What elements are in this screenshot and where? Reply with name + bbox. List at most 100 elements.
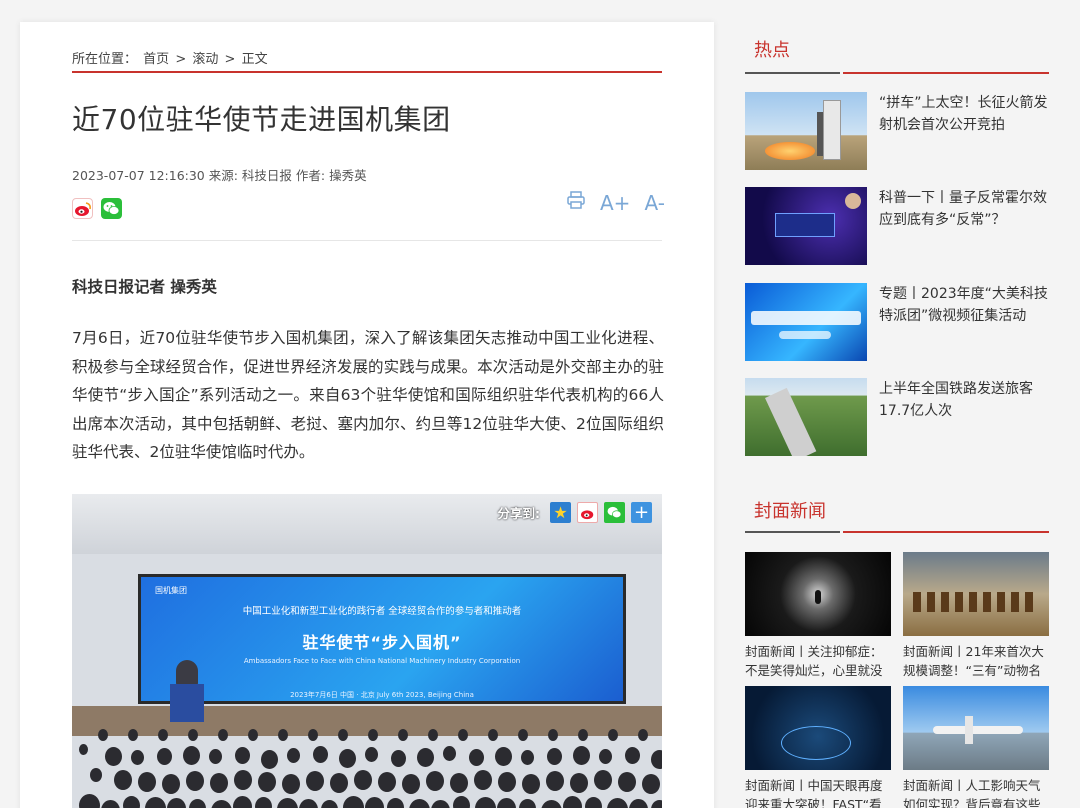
audience-head	[618, 772, 636, 792]
screen-line4: 2023年7月6日 中国 · 北京 July 6th 2023, Beijing…	[290, 691, 474, 699]
wechat-share-button[interactable]	[101, 198, 122, 219]
wechat-icon	[103, 202, 120, 215]
audience-head	[497, 798, 516, 808]
hot-section-divider-left	[745, 72, 840, 74]
audience-head	[368, 729, 378, 741]
photo-crowd	[72, 712, 662, 808]
hot-section-title: 热点	[754, 40, 790, 61]
audience-head	[469, 749, 484, 766]
more-share-button[interactable]: +	[631, 502, 652, 523]
screen-line1: 中国工业化和新型工业化的践行者 全球经贸合作的参与者和推动者	[242, 606, 522, 617]
breadcrumb: 所在位置： 首页 > 滚动 > 正文	[72, 48, 270, 67]
audience-head	[248, 729, 258, 741]
article-paragraph: 7月6日，近70位驻华使节步入国机集团，深入了解该集团矢志推动中国工业化进程、积…	[72, 329, 664, 462]
hot-item-text: “拼车”上太空！长征火箭发射机会首次公开竞拍	[879, 95, 1048, 133]
print-button[interactable]	[566, 190, 586, 215]
article-photo: 分享到: ★ + 国机集团 中国工业化和新型工业化的践行者 全球经贸合作的参与者…	[72, 494, 662, 808]
audience-head	[218, 729, 228, 741]
breadcrumb-separator: >	[175, 52, 187, 67]
audience-head	[594, 770, 612, 790]
audience-head	[546, 771, 564, 791]
cover-item-text: 封面新闻丨中国天眼再度迎来重大突破！FAST“看见”	[745, 778, 883, 808]
audience-head	[131, 750, 144, 765]
weibo-icon	[580, 509, 593, 519]
audience-head	[563, 796, 582, 808]
weibo-icon	[74, 201, 91, 216]
breadcrumb-scroll[interactable]: 滚动	[192, 52, 218, 67]
audience-head	[258, 772, 276, 792]
audience-head	[123, 796, 140, 808]
audience-head	[387, 798, 404, 808]
audience-head	[570, 773, 588, 793]
photo-screen: 国机集团 中国工业化和新型工业化的践行者 全球经贸合作的参与者和推动者 驻华使节…	[138, 574, 626, 704]
audience-head	[417, 748, 434, 767]
page: 所在位置： 首页 > 滚动 > 正文 近70位驻华使节走进国机集团 2023-0…	[0, 0, 1080, 808]
screen-logo: 国机集团	[155, 586, 187, 595]
audience-head	[548, 729, 558, 741]
audience-head	[428, 729, 438, 741]
audience-head	[498, 772, 516, 792]
article-card: 所在位置： 首页 > 滚动 > 正文 近70位驻华使节走进国机集团 2023-0…	[20, 22, 714, 808]
audience-head	[409, 799, 430, 808]
audience-head	[651, 800, 662, 808]
audience-head	[308, 729, 318, 741]
qzone-share-button[interactable]: ★	[550, 502, 571, 523]
print-icon	[567, 191, 585, 209]
audience-head	[277, 798, 298, 808]
audience-head	[145, 797, 166, 808]
audience-head	[495, 747, 512, 766]
cover-thumb-deer	[903, 552, 1049, 636]
audience-head	[521, 750, 534, 765]
cover-thumb-tunnel	[745, 552, 891, 636]
audience-head	[98, 729, 108, 741]
audience-head	[338, 729, 348, 741]
audience-head	[209, 749, 222, 764]
audience-head	[313, 746, 328, 763]
hot-item-text: 专题丨2023年度“大美科技特派团”微视频征集活动	[879, 286, 1048, 324]
cover-thumb-fast	[745, 686, 891, 770]
audience-head	[101, 800, 120, 808]
audience-head	[234, 770, 252, 790]
audience-head	[474, 770, 492, 790]
audience-head	[233, 796, 252, 808]
audience-head	[287, 748, 300, 763]
hot-item[interactable]: “拼车”上太空！长征火箭发射机会首次公开竞拍	[745, 92, 1049, 170]
cover-thumb-plane	[903, 686, 1049, 770]
font-increase-button[interactable]: A+	[600, 191, 630, 215]
audience-head	[365, 797, 384, 808]
audience-head	[321, 800, 338, 808]
audience-head	[625, 747, 640, 764]
hot-thumb-rocket	[745, 92, 867, 170]
cover-item[interactable]: 封面新闻丨21年来首次大规模调整！“三有”动物名录	[903, 552, 1049, 680]
audience-head	[167, 798, 186, 808]
screen-line2: 驻华使节“步入国机”	[302, 633, 462, 652]
hot-item[interactable]: 科普一下丨量子反常霍尔效应到底有多“反常”？	[745, 187, 1049, 265]
audience-head	[330, 773, 348, 793]
cover-section-divider-left	[745, 531, 840, 533]
weibo-share-button[interactable]	[72, 198, 93, 219]
audience-head	[443, 746, 456, 761]
audience-head	[522, 774, 540, 794]
font-decrease-button[interactable]: A-	[644, 191, 664, 215]
cover-item[interactable]: 封面新闻丨关注抑郁症：不是笑得灿烂，心里就没有痛	[745, 552, 891, 680]
audience-head	[282, 774, 300, 794]
audience-head	[343, 796, 364, 808]
audience-head	[105, 747, 122, 766]
cover-item[interactable]: 封面新闻丨人工影响天气如何实现？背后竟有这些硬科	[903, 686, 1049, 808]
cover-item[interactable]: 封面新闻丨中国天眼再度迎来重大突破！FAST“看见”	[745, 686, 891, 808]
hot-item[interactable]: 上半年全国铁路发送旅客17.7亿人次	[745, 378, 1049, 456]
breadcrumb-home[interactable]: 首页	[143, 52, 169, 67]
weibo-share-button-photo[interactable]	[577, 502, 598, 523]
hot-item[interactable]: 专题丨2023年度“大美科技特派团”微视频征集活动	[745, 283, 1049, 361]
cover-item-text: 封面新闻丨21年来首次大规模调整！“三有”动物名录	[903, 644, 1044, 678]
cover-section-title: 封面新闻	[754, 501, 826, 522]
audience-head	[391, 750, 406, 767]
audience-head	[488, 729, 498, 741]
audience-head	[211, 800, 232, 808]
hot-item-text: 上半年全国铁路发送旅客17.7亿人次	[879, 381, 1033, 419]
meta-divider	[72, 240, 662, 241]
author-line: 科技日报记者 操秀英	[72, 278, 217, 296]
article-tools: A+ A-	[566, 190, 665, 215]
breadcrumb-current: 正文	[241, 52, 268, 67]
wechat-share-button-photo[interactable]	[604, 502, 625, 523]
